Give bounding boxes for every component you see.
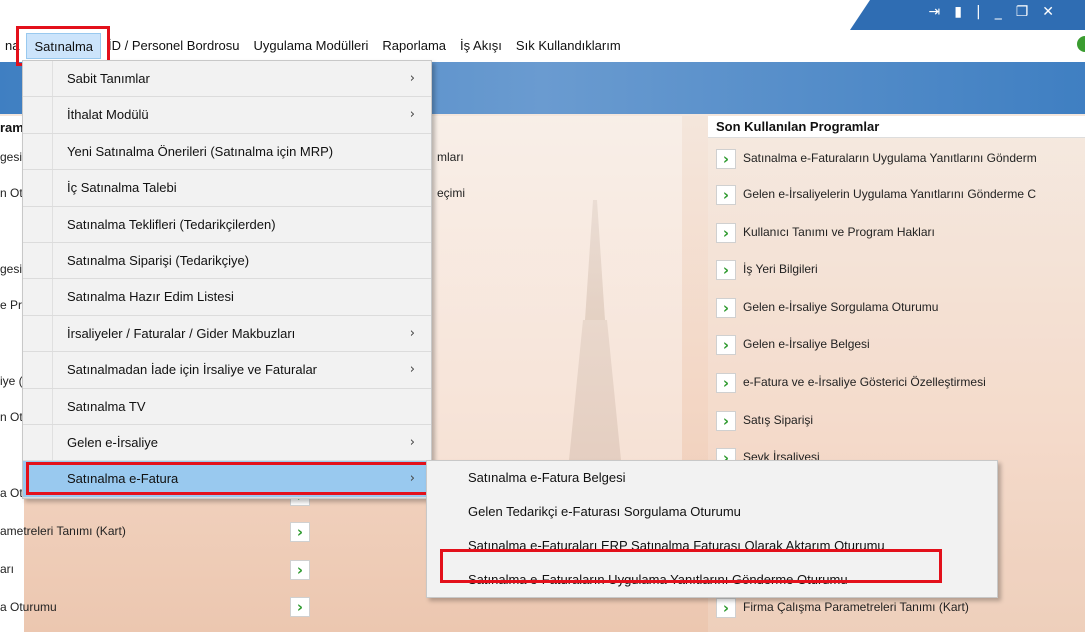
menu-item-satinalma-tv[interactable]: Satınalma TV	[23, 389, 431, 425]
highlight-box-uygulama-yanitlari	[440, 549, 942, 583]
recent-program-label: Satınalma e-Faturaların Uygulama Yanıtla…	[743, 151, 1037, 165]
recent-programs-title: Son Kullanılan Programlar	[708, 116, 1085, 138]
menu-item-label: Satınalma Teklifleri (Tedarikçilerden)	[67, 216, 276, 232]
recent-program-label: Satış Siparişi	[743, 413, 814, 427]
left-row[interactable]: n Ot	[0, 186, 23, 200]
menu-item-iade-irsaliye-faturalar[interactable]: Satınalmadan İade için İrsaliye ve Fatur…	[23, 352, 431, 389]
chevron-right-icon: ›	[409, 107, 415, 123]
recent-program-item[interactable]: › Gelen e-İrsaliyelerin Uygulama Yanıtlar…	[716, 183, 1085, 205]
menu-item-label: İç Satınalma Talebi	[67, 180, 177, 196]
menu-item-label: Satınalma Siparişi (Tedarikçiye)	[67, 252, 250, 268]
left-row[interactable]: iye (	[0, 374, 23, 388]
left-row[interactable]: arı	[0, 562, 14, 576]
menu-uygulama-modulleri[interactable]: Uygulama Modülleri	[247, 33, 376, 59]
recent-program-label: Kullanıcı Tanımı ve Program Hakları	[743, 225, 935, 239]
window-titlebar: ⇥ ▮ | _ ❐ ✕	[850, 0, 1085, 30]
menu-item-label: Satınalma Hazır Edim Listesi	[67, 289, 234, 305]
menu-item-irsaliyeler-faturalar[interactable]: İrsaliyeler / Faturalar / Gider Makbuzla…	[23, 316, 431, 353]
menu-sik-kullandiklarim[interactable]: Sık Kullandıklarım	[509, 33, 628, 59]
menu-item-label: İthalat Modülü	[67, 107, 149, 123]
recent-program-item[interactable]: › İş Yeri Bilgileri	[716, 258, 1085, 280]
minimize-icon[interactable]: _	[995, 4, 1008, 20]
chevron-right-icon[interactable]: ›	[290, 597, 310, 617]
menu-item-satinalma-teklifleri[interactable]: Satınalma Teklifleri (Tedarikçilerden)	[23, 207, 431, 243]
recent-program-item[interactable]: › Gelen e-İrsaliye Belgesi	[716, 333, 1085, 355]
center-row[interactable]: eçimi	[437, 186, 465, 200]
menu-item-label: Sabit Tanımlar	[67, 71, 150, 86]
menu-item-label: Yeni Satınalma Önerileri (Satınalma için…	[67, 143, 334, 159]
pin-icon[interactable]: ⇥	[929, 4, 947, 20]
recent-program-item[interactable]: › Kullanıcı Tanımı ve Program Hakları	[716, 221, 1085, 243]
submenu-item-tedarikci-sorgulama[interactable]: Gelen Tedarikçi e-Faturası Sorgulama Otu…	[427, 495, 997, 529]
left-row[interactable]: a Oturumu	[0, 600, 57, 614]
separator: |	[975, 4, 987, 20]
chevron-right-icon: ›	[716, 184, 736, 205]
recent-program-label: İş Yeri Bilgileri	[743, 262, 818, 276]
chevron-right-icon: ›	[409, 362, 415, 378]
recent-program-item[interactable]: › Satış Siparişi	[716, 409, 1085, 431]
left-row[interactable]: gesi	[0, 262, 22, 276]
menubar: na Satınalma İD / Personel Bordrosu Uygu…	[0, 30, 1085, 62]
recent-program-label: Gelen e-İrsaliye Sorgulama Oturumu	[743, 300, 939, 314]
left-row[interactable]: e Pr	[0, 298, 22, 312]
chevron-right-icon: ›	[716, 334, 736, 355]
menu-item-ithalat-modulu[interactable]: İthalat Modülü ›	[23, 97, 431, 134]
left-row[interactable]: gesi	[0, 150, 22, 164]
chevron-right-icon: ›	[409, 71, 415, 86]
menu-is-akisi[interactable]: İş Akışı	[453, 33, 509, 59]
menu-item-satinalma-siparisi[interactable]: Satınalma Siparişi (Tedarikçiye)	[23, 243, 431, 280]
submenu-item-e-fatura-belgesi[interactable]: Satınalma e-Fatura Belgesi	[427, 461, 997, 495]
recent-program-item[interactable]: › Firma Çalışma Parametreleri Tanımı (Kar…	[716, 596, 1085, 618]
menu-item-ic-satinalma-talebi[interactable]: İç Satınalma Talebi	[23, 170, 431, 207]
chevron-right-icon: ›	[716, 297, 736, 318]
chevron-right-icon: ›	[716, 372, 736, 393]
recent-program-label: e-Fatura ve e-İrsaliye Gösterici Özelleş…	[743, 375, 986, 389]
chevron-right-icon: ›	[716, 222, 736, 243]
recent-program-label: Gelen e-İrsaliyelerin Uygulama Yanıtları…	[743, 187, 1037, 201]
menu-item-label: Satınalma TV	[67, 398, 146, 414]
chevron-right-icon: ›	[716, 410, 736, 431]
restore-icon[interactable]: ❐	[1016, 4, 1035, 20]
menu-item-label: İrsaliyeler / Faturalar / Gider Makbuzla…	[67, 325, 296, 341]
chevron-right-icon[interactable]: ›	[290, 522, 310, 542]
menu-raporlama[interactable]: Raporlama	[375, 33, 453, 59]
chevron-right-icon: ›	[716, 597, 736, 618]
menu-personel-bordrosu[interactable]: İD / Personel Bordrosu	[101, 33, 247, 59]
center-row[interactable]: mları	[437, 150, 464, 164]
menu-item-label: Gelen e-İrsaliye	[67, 434, 159, 450]
menu-item-label: Satınalmadan İade için İrsaliye ve Fatur…	[67, 362, 318, 378]
chevron-right-icon: ›	[409, 325, 415, 341]
recent-program-label: Gelen e-İrsaliye Belgesi	[743, 337, 870, 351]
satinalma-dropdown-menu: Sabit Tanımlar › İthalat Modülü › Yeni Sat…	[22, 60, 432, 499]
chevron-right-icon: ›	[409, 434, 415, 450]
menu-item-hazir-edim-listesi[interactable]: Satınalma Hazır Edim Listesi	[23, 279, 431, 316]
recent-program-item[interactable]: › e-Fatura ve e-İrsaliye Gösterici Özelle…	[716, 371, 1085, 393]
recent-program-label: Firma Çalışma Parametreleri Tanımı (Kart…	[743, 600, 969, 614]
menu-item-yeni-satinalma-onerileri[interactable]: Yeni Satınalma Önerileri (Satınalma için…	[23, 134, 431, 171]
chevron-right-icon[interactable]: ›	[290, 560, 310, 580]
recent-program-item[interactable]: › Satınalma e-Faturaların Uygulama Yanıtl…	[716, 147, 1085, 169]
left-row[interactable]: ametreleri Tanımı (Kart)	[0, 524, 126, 538]
chevron-right-icon: ›	[716, 148, 736, 169]
menu-item-sabit-tanimlar[interactable]: Sabit Tanımlar ›	[23, 61, 431, 98]
close-icon[interactable]: ✕	[1042, 4, 1060, 20]
signal-icon: ▮	[954, 4, 968, 20]
chevron-right-icon: ›	[716, 259, 736, 280]
left-panel-header: ram	[0, 120, 24, 135]
highlight-box-e-fatura	[26, 462, 430, 495]
recent-program-item[interactable]: › Gelen e-İrsaliye Sorgulama Oturumu	[716, 296, 1085, 318]
center-panel	[432, 116, 682, 466]
menu-item-gelen-e-irsaliye[interactable]: Gelen e-İrsaliye ›	[23, 425, 431, 462]
left-row[interactable]: n Ot	[0, 410, 23, 424]
